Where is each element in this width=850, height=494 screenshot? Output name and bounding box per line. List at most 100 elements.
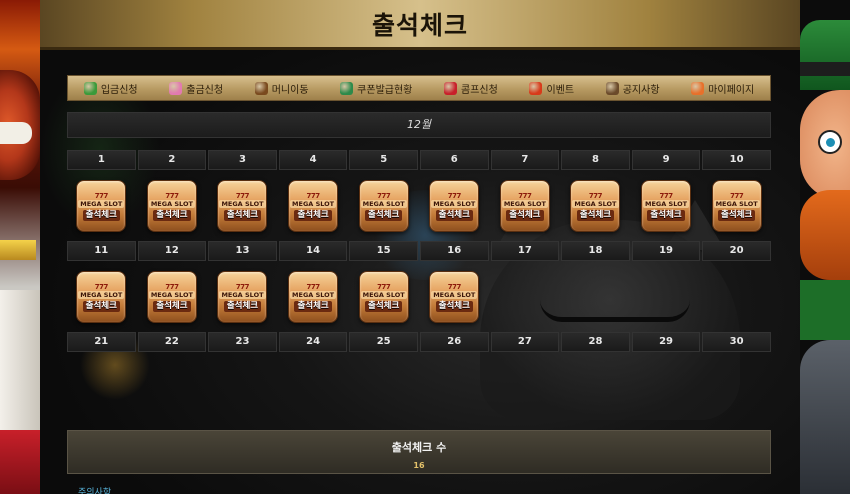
calendar-stamp-cell: 777 MEGA SLOT 출석체크 — [702, 178, 771, 234]
stamp-brand-text: MEGA SLOT — [148, 199, 195, 208]
stamp-label-text: 출석체크 — [294, 300, 332, 312]
stamp-brand-text: MEGA SLOT — [290, 199, 337, 208]
stamp-777-text: 777 — [306, 282, 321, 291]
attendance-stamp-icon: 777 MEGA SLOT 출석체크 — [217, 180, 268, 232]
calendar-stamp-cell: 777 MEGA SLOT 출석체크 — [67, 178, 136, 234]
calendar-day-number: 4 — [278, 150, 348, 170]
calendar-stamp-row: 777 MEGA SLOT 출석체크 777 MEGA SLOT 출석체크 777 MEGA … — [67, 178, 771, 234]
attendance-stamp-icon: 777 MEGA SLOT 출석체크 — [76, 180, 127, 232]
calendar-stamp-cell: 777 MEGA SLOT 출석체크 — [279, 178, 348, 234]
character-robe — [0, 290, 40, 440]
nav-item[interactable]: 이벤트 — [529, 81, 574, 96]
calendar-day-number: 16 — [419, 241, 489, 261]
nav-item[interactable]: 쿠폰발급현황 — [340, 81, 412, 96]
notice-heading: 주의사항 — [78, 488, 112, 494]
calendar-day-number: 26 — [419, 332, 489, 352]
attendance-stamp-icon: 777 MEGA SLOT 출석체크 — [76, 271, 127, 323]
nav-item-label: 쿠폰발급현황 — [357, 84, 413, 96]
stamp-777-text: 777 — [518, 191, 532, 200]
stamp-brand-text: MEGA SLOT — [501, 199, 548, 208]
calendar-stamp-cell — [702, 269, 771, 325]
calendar-day-number: 24 — [278, 332, 348, 352]
calendar-day-number: 15 — [349, 241, 418, 261]
calendar-stamp-cell: 777 MEGA SLOT 출석체크 — [208, 269, 277, 325]
leprechaun-hat — [800, 20, 850, 90]
nav-item-label: 머니이동 — [271, 84, 309, 96]
stamp-brand-text: MEGA SLOT — [219, 199, 266, 208]
calendar-day-number: 21 — [67, 332, 136, 352]
fire-icon — [691, 81, 705, 95]
attendance-stamp-icon: 777 MEGA SLOT 출석체크 — [429, 271, 480, 323]
stamp-label-text: 출석체크 — [365, 209, 403, 221]
month-label: 12월 — [67, 112, 771, 138]
stamp-777-text: 777 — [730, 191, 744, 200]
top-nav: 입금신청 출금신청 머니이동 쿠폰발급현황 콤프신청 이벤트 공지사항 마이페이지 — [67, 75, 771, 101]
stamp-brand-text: MEGA SLOT — [643, 199, 690, 208]
calendar-day-row: 1 2 3 4 5 6 7 8 9 10 — [67, 150, 771, 170]
chest-icon — [254, 81, 268, 95]
attendance-count-label: 출석체크 수 — [391, 441, 447, 454]
calendar-day-number: 20 — [702, 241, 771, 261]
calendar-stamp-cell: 777 MEGA SLOT 출석체크 — [138, 269, 207, 325]
calendar-stamp-cell — [632, 269, 701, 325]
calendar-day-number: 28 — [561, 332, 630, 352]
stamp-777-text: 777 — [94, 282, 109, 291]
calendar-stamp-cell: 777 MEGA SLOT 출석체크 — [491, 178, 560, 234]
stamp-777-text: 777 — [235, 191, 250, 200]
attendance-stamp-icon: 777 MEGA SLOT 출석체크 — [358, 180, 409, 232]
calendar-stamp-row: 777 MEGA SLOT 출석체크 777 MEGA SLOT 출석체크 777 MEGA … — [67, 269, 771, 325]
stamp-label-text: 출석체크 — [506, 209, 544, 221]
attendance-stamp-icon: 777 MEGA SLOT 출석체크 — [641, 180, 692, 232]
stamp-brand-text: MEGA SLOT — [219, 290, 266, 299]
stamp-brand-text: MEGA SLOT — [713, 199, 760, 208]
calendar-day-number: 9 — [631, 150, 701, 170]
stamp-label-text: 출석체크 — [153, 209, 191, 221]
calendar-stamp-cell: 777 MEGA SLOT 출석체크 — [279, 269, 348, 325]
calendar-day-number: 12 — [137, 241, 207, 261]
stamp-label-text: 출석체크 — [435, 300, 473, 312]
attendance-stamp-icon: 777 MEGA SLOT 출석체크 — [499, 180, 550, 232]
leprechaun-beard — [800, 190, 850, 280]
calendar-day-number: 27 — [490, 332, 560, 352]
attendance-stamp-icon: 777 MEGA SLOT 출석체크 — [429, 180, 480, 232]
stamp-777-text: 777 — [94, 191, 109, 200]
character-crown — [0, 240, 36, 260]
stamp-brand-text: MEGA SLOT — [431, 290, 478, 299]
character-sash — [0, 430, 40, 494]
stamp-777-text: 777 — [588, 191, 603, 200]
stamp-label-text: 출석체크 — [223, 209, 262, 221]
attendance-stamp-icon: 777 MEGA SLOT 출석체크 — [146, 180, 197, 232]
nav-item[interactable]: 머니이동 — [254, 81, 309, 96]
attendance-stamp-icon: 777 MEGA SLOT 출석체크 — [358, 271, 409, 323]
nav-item[interactable]: 입금신청 — [83, 81, 138, 96]
nav-item[interactable]: 공지사항 — [605, 81, 660, 96]
stamp-label-text: 출석체크 — [647, 209, 685, 221]
calendar-day-number: 19 — [631, 241, 701, 261]
calendar-stamp-cell: 777 MEGA SLOT 출석체크 — [561, 178, 630, 234]
stamp-777-text: 777 — [447, 191, 462, 200]
nav-item-label: 출금신청 — [186, 84, 224, 96]
stamp-brand-text: MEGA SLOT — [78, 199, 125, 208]
right-character-art — [800, 0, 850, 494]
calendar-day-number: 29 — [631, 332, 701, 352]
stamp-777-text: 777 — [377, 191, 391, 200]
calendar-stamp-cell: 777 MEGA SLOT 출석체크 — [420, 178, 489, 234]
attendance-stamp-icon: 777 MEGA SLOT 출석체크 — [217, 271, 268, 323]
calendar-day-row: 11 12 13 14 15 16 17 18 19 20 — [67, 241, 771, 261]
stamp-brand-text: MEGA SLOT — [290, 290, 337, 299]
attendance-stamp-icon: 777 MEGA SLOT 출석체크 — [288, 180, 339, 232]
calendar-day-number: 25 — [349, 332, 418, 352]
stamp-label-text: 출석체크 — [576, 209, 615, 221]
nav-item[interactable]: 마이페이지 — [691, 81, 754, 96]
nav-item[interactable]: 콤프신청 — [444, 81, 498, 96]
character-teeth — [0, 122, 32, 144]
stamp-label-text: 출석체크 — [435, 209, 473, 221]
money-bag-icon — [83, 81, 97, 95]
stamp-label-text: 출석체크 — [82, 300, 120, 312]
calendar-day-number: 30 — [702, 332, 771, 352]
calendar-day-row: 21 22 23 24 25 26 27 28 29 30 — [67, 332, 771, 352]
leprechaun-eye — [818, 130, 842, 154]
calendar-day-number: 11 — [67, 241, 136, 261]
nav-item[interactable]: 출금신청 — [169, 81, 223, 96]
calendar-day-number: 1 — [67, 150, 136, 170]
